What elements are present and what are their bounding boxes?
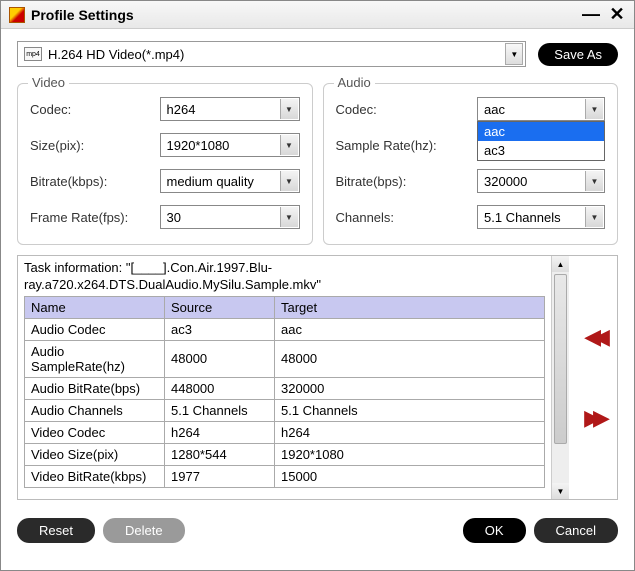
video-framerate-value: 30 [167,210,181,225]
video-size-label: Size(pix): [30,138,160,153]
scroll-thumb[interactable] [554,274,567,444]
audio-codec-label: Codec: [336,102,478,117]
ok-button[interactable]: OK [463,518,526,543]
col-target: Target [275,296,545,318]
prev-arrow-icon[interactable]: ◀◀ [584,324,602,350]
format-icon: mp4 [24,47,42,61]
scrollbar[interactable]: ▲ ▼ [551,256,569,499]
table-row: Video BitRate(kbps)197715000 [25,465,545,487]
video-group-title: Video [28,75,69,90]
audio-channels-label: Channels: [336,210,478,225]
audio-bitrate-select[interactable]: 320000 ▼ [477,169,605,193]
profile-settings-window: Profile Settings — ✕ mp4 H.264 HD Video(… [0,0,635,571]
table-row: Audio Codecac3aac [25,318,545,340]
window-title: Profile Settings [31,7,582,23]
video-framerate-select[interactable]: 30 ▼ [160,205,300,229]
task-info-content: Task information: "[____].Con.Air.1997.B… [18,256,551,499]
dropdown-option-aac[interactable]: aac [478,122,604,141]
table-row: Video Codech264h264 [25,421,545,443]
audio-codec-select[interactable]: aac ▼ aac ac3 [477,97,605,121]
video-size-value: 1920*1080 [167,138,230,153]
video-codec-label: Codec: [30,102,160,117]
bottom-bar: Reset Delete OK Cancel [1,510,634,551]
close-button[interactable]: ✕ [608,4,626,25]
table-header-row: Name Source Target [25,296,545,318]
chevron-down-icon: ▼ [280,207,298,227]
chevron-down-icon: ▼ [280,99,298,119]
reset-button[interactable]: Reset [17,518,95,543]
table-row: Audio BitRate(bps)448000320000 [25,377,545,399]
chevron-down-icon: ▼ [585,171,603,191]
dropdown-option-ac3[interactable]: ac3 [478,141,604,160]
table-row: Audio Channels5.1 Channels5.1 Channels [25,399,545,421]
col-source: Source [165,296,275,318]
scroll-down-icon[interactable]: ▼ [552,483,569,499]
video-group: Video Codec: h264 ▼ Size(pix): 1920*1080… [17,83,313,245]
task-info-panel: Task information: "[____].Con.Air.1997.B… [17,255,618,500]
audio-bitrate-label: Bitrate(bps): [336,174,478,189]
nav-arrows: ◀◀ ▶▶ [569,256,617,499]
scroll-up-icon[interactable]: ▲ [552,256,569,272]
video-codec-value: h264 [167,102,196,117]
cancel-button[interactable]: Cancel [534,518,618,543]
audio-codec-dropdown: aac ac3 [477,121,605,161]
delete-button[interactable]: Delete [103,518,185,543]
chevron-down-icon: ▼ [280,171,298,191]
video-bitrate-value: medium quality [167,174,254,189]
chevron-down-icon: ▼ [585,99,603,119]
video-codec-select[interactable]: h264 ▼ [160,97,300,121]
audio-codec-value: aac [484,102,505,117]
comparison-table: Name Source Target Audio Codecac3aac Aud… [24,296,545,488]
video-bitrate-label: Bitrate(kbps): [30,174,160,189]
save-as-button[interactable]: Save As [538,43,618,66]
chevron-down-icon: ▼ [280,135,298,155]
table-row: Video Size(pix)1280*5441920*1080 [25,443,545,465]
audio-group: Audio Codec: aac ▼ aac ac3 Sample Rate(h… [323,83,619,245]
table-row: Audio SampleRate(hz)4800048000 [25,340,545,377]
profile-select-value: H.264 HD Video(*.mp4) [48,47,184,62]
video-bitrate-select[interactable]: medium quality ▼ [160,169,300,193]
profile-select[interactable]: mp4 H.264 HD Video(*.mp4) ▼ [17,41,526,67]
audio-channels-select[interactable]: 5.1 Channels ▼ [477,205,605,229]
chevron-down-icon: ▼ [505,43,523,65]
chevron-down-icon: ▼ [585,207,603,227]
col-name: Name [25,296,165,318]
video-size-select[interactable]: 1920*1080 ▼ [160,133,300,157]
audio-channels-value: 5.1 Channels [484,210,561,225]
audio-group-title: Audio [334,75,375,90]
video-framerate-label: Frame Rate(fps): [30,210,160,225]
titlebar: Profile Settings — ✕ [1,1,634,29]
next-arrow-icon[interactable]: ▶▶ [584,405,602,431]
minimize-button[interactable]: — [582,4,600,25]
task-info-text: Task information: "[____].Con.Air.1997.B… [24,260,545,294]
profile-bar: mp4 H.264 HD Video(*.mp4) ▼ Save As [1,29,634,75]
app-icon [9,7,25,23]
audio-bitrate-value: 320000 [484,174,527,189]
